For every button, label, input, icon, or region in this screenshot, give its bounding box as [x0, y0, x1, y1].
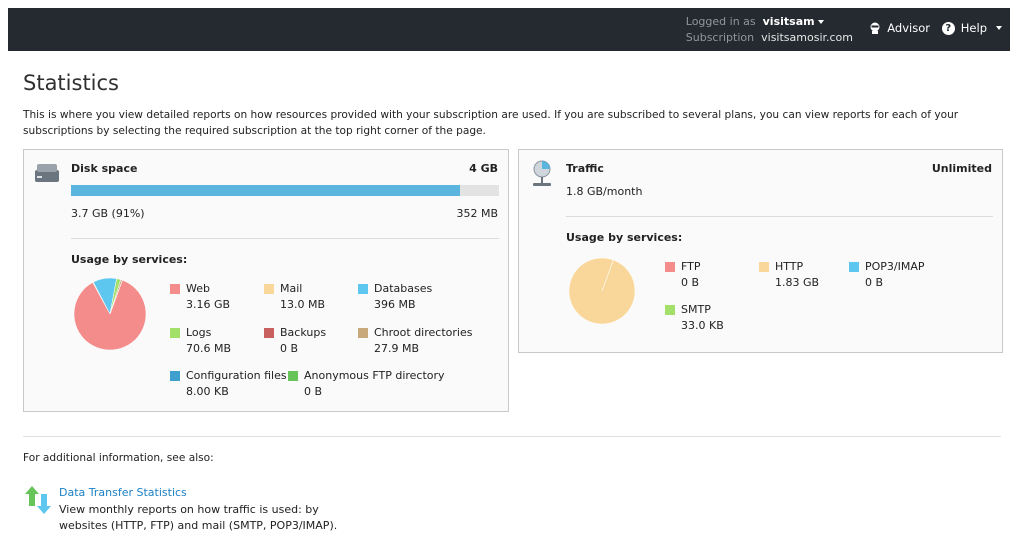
help-label: Help: [960, 21, 987, 35]
help-icon: ?: [941, 21, 955, 35]
help-menu[interactable]: ? Help: [941, 21, 1002, 35]
subscription-name[interactable]: visitsamosir.com: [761, 31, 853, 44]
disk-usage-bar: [71, 185, 499, 196]
disk-legend-item: Backups 0 B: [264, 325, 326, 357]
traffic-title: Traffic: [566, 162, 604, 175]
traffic-legend-item: HTTP 1.83 GB: [759, 259, 819, 291]
disk-usage-pie-chart: [74, 278, 146, 350]
legend-swatch: [264, 284, 274, 294]
traffic-usage-pie-chart: [569, 258, 635, 324]
legend-label: POP3/IMAP: [865, 260, 925, 273]
legend-swatch: [665, 305, 675, 315]
legend-swatch: [170, 284, 180, 294]
legend-value: 0 B: [865, 276, 884, 289]
traffic-used-value: 1.8 GB/month: [566, 185, 643, 198]
legend-swatch: [358, 284, 368, 294]
disk-legend-item: Logs 70.6 MB: [170, 325, 231, 357]
legend-label: FTP: [681, 260, 701, 273]
network-icon: [533, 160, 551, 186]
divider: [566, 216, 993, 217]
advisor-label: Advisor: [887, 21, 930, 35]
advisor-button[interactable]: Advisor: [869, 21, 930, 35]
legend-swatch: [288, 371, 298, 381]
hard-drive-icon: [35, 164, 59, 182]
chevron-down-icon[interactable]: [817, 20, 824, 24]
disk-legend-item: Web 3.16 GB: [170, 281, 230, 313]
top-bar: Logged in as visitsam Subscription visit…: [8, 8, 1010, 51]
traffic-limit: Unlimited: [931, 162, 992, 175]
legend-label: Chroot directories: [374, 326, 473, 339]
legend-value: 33.0 KB: [681, 319, 724, 332]
legend-value: 13.0 MB: [280, 298, 326, 311]
legend-swatch: [759, 262, 769, 272]
logged-in-label: Logged in as: [685, 15, 756, 28]
legend-label: Mail: [280, 282, 303, 295]
username[interactable]: visitsam: [763, 15, 815, 28]
legend-swatch: [170, 328, 180, 338]
legend-value: 0 B: [681, 276, 700, 289]
disk-space-panel: Disk space 4 GB 3.7 GB (91%) 352 MB Usag…: [23, 149, 509, 412]
disk-legend-item: Anonymous FTP directory 0 B: [288, 368, 445, 400]
legend-value: 70.6 MB: [186, 342, 232, 355]
page-title: Statistics: [23, 71, 119, 95]
legend-swatch: [665, 262, 675, 272]
divider: [23, 436, 1001, 437]
legend-swatch: [358, 328, 368, 338]
traffic-legend-item: POP3/IMAP 0 B: [849, 259, 925, 291]
legend-value: 8.00 KB: [186, 385, 229, 398]
legend-swatch: [170, 371, 180, 381]
disk-used-value: 3.7 GB (91%): [71, 207, 145, 220]
chevron-down-icon: [996, 26, 1002, 30]
legend-swatch: [849, 262, 859, 272]
legend-label: Web: [186, 282, 210, 295]
disk-usage-heading: Usage by services:: [71, 253, 188, 266]
legend-value: 27.9 MB: [374, 342, 420, 355]
subscription-label: Subscription: [685, 31, 755, 44]
legend-swatch: [264, 328, 274, 338]
data-transfer-icon[interactable]: [23, 484, 53, 516]
disk-space-limit: 4 GB: [469, 162, 498, 175]
see-also-text: For additional information, see also:: [23, 452, 214, 464]
divider: [71, 238, 499, 239]
disk-free-value: 352 MB: [456, 207, 498, 220]
disk-legend-item: Databases 396 MB: [358, 281, 432, 313]
legend-label: Logs: [186, 326, 212, 339]
legend-label: Anonymous FTP directory: [304, 369, 445, 382]
data-transfer-description: View monthly reports on how traffic is u…: [59, 503, 338, 532]
data-transfer-statistics-link[interactable]: Data Transfer Statistics: [59, 486, 187, 499]
disk-legend-item: Mail 13.0 MB: [264, 281, 325, 313]
disk-space-title: Disk space: [71, 162, 138, 175]
legend-label: Configuration files: [186, 369, 287, 382]
legend-value: 396 MB: [374, 298, 416, 311]
traffic-panel: Traffic Unlimited 1.8 GB/month Usage by …: [518, 149, 1003, 353]
account-info[interactable]: Logged in as visitsam Subscription visit…: [686, 14, 853, 46]
disk-legend-item: Chroot directories 27.9 MB: [358, 325, 472, 357]
legend-value: 3.16 GB: [186, 298, 231, 311]
disk-legend-item: Configuration files 8.00 KB: [170, 368, 287, 400]
intro-text: This is where you view detailed reports …: [23, 109, 959, 137]
legend-label: SMTP: [681, 303, 711, 316]
legend-label: HTTP: [775, 260, 804, 273]
legend-label: Backups: [280, 326, 327, 339]
disk-usage-fill: [71, 185, 461, 196]
traffic-usage-heading: Usage by services:: [566, 231, 683, 244]
legend-label: Databases: [374, 282, 433, 295]
traffic-legend-item: SMTP 33.0 KB: [665, 302, 724, 334]
legend-value: 1.83 GB: [775, 276, 820, 289]
legend-value: 0 B: [280, 342, 299, 355]
traffic-legend-item: FTP 0 B: [665, 259, 701, 291]
advisor-icon: [870, 22, 880, 34]
legend-value: 0 B: [304, 385, 323, 398]
